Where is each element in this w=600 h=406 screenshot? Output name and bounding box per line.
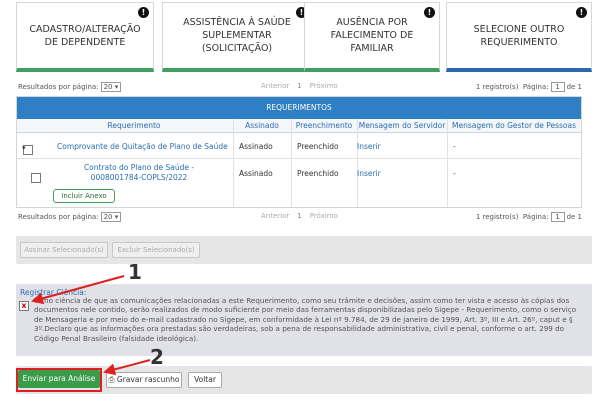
pager-bottom: Resultados por página: 20 ▾ Anterior 1 Próx… bbox=[16, 210, 582, 224]
gestor-message: - bbox=[453, 169, 456, 178]
selection-actions: Assinar Selecionado(s) Excluir Seleciona… bbox=[16, 236, 592, 264]
page-input[interactable]: 1 bbox=[550, 82, 565, 92]
requerimento-link[interactable]: Contrato do Plano de Saúde - 0008001784-… bbox=[59, 163, 219, 183]
assinado-status: Assinado bbox=[239, 169, 273, 178]
requerimento-link[interactable]: Comprovante de Quitação de Plano de Saúd… bbox=[57, 142, 228, 151]
col-msg-gestor: Mensagem do Gestor de Pessoas bbox=[451, 121, 576, 130]
info-icon: ! bbox=[424, 7, 435, 18]
preenchimento-status: Preenchido bbox=[297, 142, 339, 151]
card-cadastro-dependente[interactable]: CADASTRO/ALTERAÇÃO DE DEPENDENTE ! bbox=[16, 2, 154, 72]
card-assistencia-saude[interactable]: ASSISTÊNCIA À SAÚDE SUPLEMENTAR (SOLICIT… bbox=[162, 2, 312, 72]
assinado-status: Assinado bbox=[239, 142, 273, 151]
table-row: Comprovante de Quitação de Plano de Saúd… bbox=[17, 133, 581, 159]
requerimentos-table: REQUERIMENTOS Requerimento Assinado Pree… bbox=[16, 96, 582, 208]
pager-top: Resultados por página: 20 ▾ Anterior 1 Próx… bbox=[16, 80, 582, 94]
registrar-ciencia-panel: Registrar Ciência: Tomo ciência de que a… bbox=[16, 284, 592, 356]
save-icon: ⎙ bbox=[108, 375, 117, 384]
voltar-button[interactable]: Voltar bbox=[188, 372, 222, 388]
next-link[interactable]: Próximo bbox=[310, 212, 338, 220]
ciencia-text: Tomo ciência de que as comunicações rela… bbox=[34, 296, 577, 343]
page-number[interactable]: 1 bbox=[297, 212, 301, 220]
results-per-page-label: Resultados por página: bbox=[18, 83, 99, 91]
footer-actions: Enviar para Análise ⎙ Gravar rascunho Vo… bbox=[16, 366, 592, 394]
ciencia-checkbox[interactable]: x bbox=[19, 301, 29, 311]
record-count: 1 registro(s) bbox=[475, 83, 519, 91]
card-label: ASSISTÊNCIA À SAÚDE SUPLEMENTAR (SOLICIT… bbox=[183, 17, 291, 54]
request-type-cards: CADASTRO/ALTERAÇÃO DE DEPENDENTE ! ASSIS… bbox=[16, 0, 592, 74]
inserir-mensagem-link[interactable]: Inserir bbox=[357, 169, 381, 178]
card-label: SELECIONE OUTRO REQUERIMENTO bbox=[473, 23, 565, 48]
page-number[interactable]: 1 bbox=[297, 82, 301, 90]
results-per-page-label: Resultados por página: bbox=[18, 213, 99, 221]
next-link[interactable]: Próximo bbox=[310, 82, 338, 90]
prev-link[interactable]: Anterior bbox=[261, 212, 289, 220]
annotation-1: 1 bbox=[128, 260, 142, 284]
col-preenchimento: Preenchimento bbox=[295, 121, 353, 130]
annotation-2: 2 bbox=[150, 345, 164, 369]
incluir-anexo-button[interactable]: Incluir Anexo bbox=[53, 189, 115, 203]
preenchimento-status: Preenchido bbox=[297, 169, 339, 178]
card-ausencia-falecimento[interactable]: AUSÊNCIA POR FALECIMENTO DE FAMILIAR ! bbox=[304, 2, 440, 72]
card-label: AUSÊNCIA POR FALECIMENTO DE FAMILIAR bbox=[330, 17, 414, 54]
col-msg-servidor: Mensagem do Servidor bbox=[358, 121, 446, 130]
page-label: Página: bbox=[522, 83, 549, 91]
submit-highlight-box bbox=[16, 368, 102, 392]
card-label: CADASTRO/ALTERAÇÃO DE DEPENDENTE bbox=[29, 23, 141, 48]
inserir-mensagem-link[interactable]: Inserir bbox=[357, 142, 381, 151]
table-row: Contrato do Plano de Saúde - 0008001784-… bbox=[17, 159, 581, 207]
gravar-rascunho-button[interactable]: ⎙ Gravar rascunho bbox=[106, 372, 182, 388]
page-label: Página: bbox=[522, 213, 549, 221]
assinar-selecionados-button[interactable]: Assinar Selecionado(s) bbox=[20, 242, 108, 258]
col-assinado: Assinado bbox=[245, 121, 279, 130]
select-all-caret-icon[interactable]: ▾ bbox=[22, 144, 32, 154]
info-icon: ! bbox=[138, 7, 149, 18]
record-count: 1 registro(s) bbox=[475, 213, 519, 221]
table-title: REQUERIMENTOS bbox=[17, 97, 581, 119]
prev-link[interactable]: Anterior bbox=[261, 82, 289, 90]
gestor-message: - bbox=[453, 142, 456, 151]
excluir-selecionados-button[interactable]: Excluir Selecionado(s) bbox=[112, 242, 200, 258]
per-page-select[interactable]: 20 ▾ bbox=[100, 212, 122, 222]
col-requerimento: Requerimento bbox=[107, 121, 161, 130]
table-header-row: Requerimento Assinado Preenchimento Mens… bbox=[17, 119, 581, 133]
info-icon: ! bbox=[576, 7, 587, 18]
page-total: de 1 bbox=[566, 213, 582, 221]
card-selecione-outro[interactable]: SELECIONE OUTRO REQUERIMENTO ! bbox=[446, 2, 592, 72]
page-total: de 1 bbox=[566, 83, 582, 91]
row-checkbox[interactable] bbox=[31, 173, 41, 183]
page-input[interactable]: 1 bbox=[550, 212, 565, 222]
per-page-select[interactable]: 20 ▾ bbox=[100, 82, 122, 92]
